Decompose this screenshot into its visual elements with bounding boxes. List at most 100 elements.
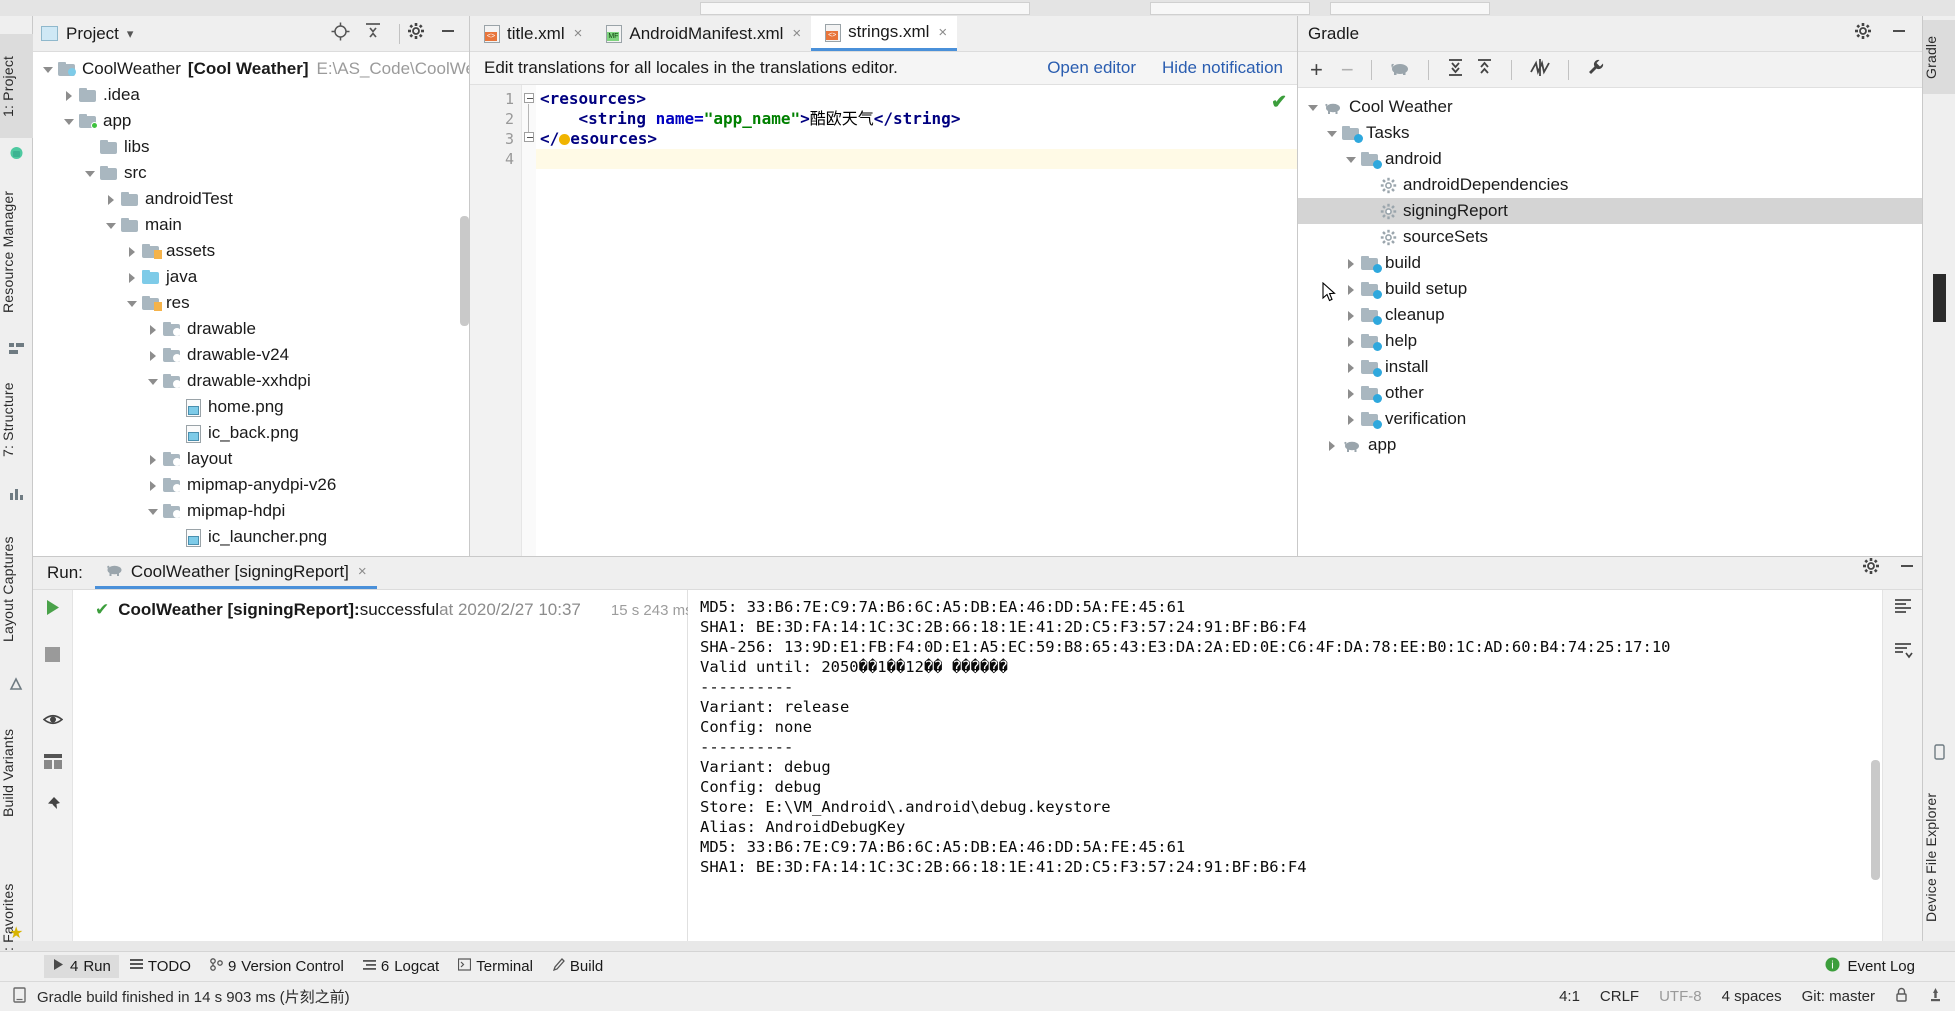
tree-arrow-open-icon[interactable]	[146, 374, 161, 389]
gradle-tree-node[interactable]: Tasks	[1298, 120, 1922, 146]
gradle-task-tree[interactable]: Cool Weather Tasks android androidDependenc…	[1298, 88, 1922, 556]
gradle-tree-node[interactable]: sourceSets	[1298, 224, 1922, 250]
project-tree-node[interactable]: home.png	[33, 394, 469, 420]
status-bar-git-branch[interactable]: Git: master	[1802, 988, 1875, 1005]
tool-window-build-variants-tab[interactable]: Build Variants	[0, 698, 33, 848]
remove-icon[interactable]: −	[1341, 58, 1354, 80]
tool-window-layout-captures-tab[interactable]: Layout Captures	[0, 506, 33, 672]
tree-arrow-closed-icon[interactable]	[1344, 334, 1359, 349]
execute-gradle-task-icon[interactable]	[1389, 59, 1411, 81]
gear-icon[interactable]	[407, 22, 425, 45]
status-bar-caret-position[interactable]: 4:1	[1559, 988, 1580, 1005]
eye-icon[interactable]	[42, 712, 63, 732]
project-tree-node[interactable]: src	[33, 160, 469, 186]
tree-arrow-open-icon[interactable]	[83, 166, 98, 181]
tree-arrow-open-icon[interactable]	[1325, 126, 1340, 141]
project-tree-scrollbar[interactable]	[460, 216, 469, 326]
project-tree-node[interactable]: assets	[33, 238, 469, 264]
stop-icon[interactable]	[44, 646, 61, 668]
locate-file-icon[interactable]	[331, 22, 350, 46]
status-bar-encoding[interactable]: UTF-8	[1659, 988, 1702, 1005]
minimize-icon[interactable]	[1890, 22, 1908, 45]
hide-notification-link[interactable]: Hide notification	[1162, 58, 1283, 78]
tree-arrow-closed-icon[interactable]	[1325, 438, 1340, 453]
open-editor-link[interactable]: Open editor	[1047, 58, 1136, 78]
gradle-tree-node[interactable]: android	[1298, 146, 1922, 172]
gear-icon[interactable]	[1862, 557, 1880, 589]
run-result-line[interactable]: ✔ CoolWeather [signingReport]: successfu…	[73, 597, 693, 623]
gradle-tree-node[interactable]: help	[1298, 328, 1922, 354]
editor-tab-title-xml[interactable]: <> title.xml ×	[470, 16, 592, 51]
run-tab-close-icon[interactable]: ×	[358, 563, 367, 580]
project-tree-node[interactable]: ic_launcher.png	[33, 524, 469, 550]
tree-arrow-closed-icon[interactable]	[146, 348, 161, 363]
tool-window-resource-manager-tab[interactable]: Resource Manager	[0, 168, 33, 336]
project-tree-node[interactable]: androidTest	[33, 186, 469, 212]
pin-icon[interactable]	[44, 796, 61, 818]
tree-arrow-closed-icon[interactable]	[1344, 386, 1359, 401]
tool-window-device-file-explorer-tab[interactable]: Device File Explorer	[1923, 768, 1955, 946]
project-panel-dropdown-caret[interactable]: ▾	[127, 26, 134, 42]
project-tree-node[interactable]: java	[33, 264, 469, 290]
gradle-tree-node[interactable]: Cool Weather	[1298, 94, 1922, 120]
bottom-tab-version-control[interactable]: 9 Version Control	[202, 955, 352, 978]
gradle-tree-node[interactable]: verification	[1298, 406, 1922, 432]
gradle-settings-wrench-icon[interactable]	[1586, 58, 1605, 82]
run-result-tree[interactable]: ✔ CoolWeather [signingReport]: successfu…	[73, 590, 693, 941]
editor-tab-close-icon[interactable]: ×	[574, 25, 583, 42]
expand-all-icon[interactable]	[1446, 58, 1465, 82]
bottom-tab-logcat[interactable]: 6 Logcat	[355, 955, 447, 978]
tree-arrow-closed-icon[interactable]	[125, 270, 140, 285]
status-bar-message[interactable]: Gradle build finished in 14 s 903 ms (片刻…	[37, 986, 350, 1007]
event-log-button[interactable]: i Event Log	[1824, 951, 1921, 981]
project-tree-node[interactable]: CoolWeather [Cool Weather] E:\AS_Code\Cool…	[33, 56, 469, 82]
line-number[interactable]: 4	[470, 149, 521, 169]
collapse-all-icon[interactable]	[1475, 58, 1494, 82]
gradle-tree-node[interactable]: build setup	[1298, 276, 1922, 302]
project-tree-node[interactable]: drawable-v24	[33, 342, 469, 368]
project-tree-node[interactable]: drawable	[33, 316, 469, 342]
editor-tab-strings-xml[interactable]: <> strings.xml ×	[811, 16, 958, 51]
tree-arrow-closed-icon[interactable]	[146, 452, 161, 467]
gradle-tree-node[interactable]: app	[1298, 432, 1922, 458]
project-tree-node[interactable]: main	[33, 212, 469, 238]
tree-arrow-closed-icon[interactable]	[146, 478, 161, 493]
notification-icon[interactable]	[1928, 987, 1943, 1007]
scroll-to-end-icon[interactable]	[1893, 598, 1913, 620]
project-tree-node[interactable]: .idea	[33, 82, 469, 108]
gradle-tree-node[interactable]: install	[1298, 354, 1922, 380]
tool-window-project-tab[interactable]: 1: Project	[0, 34, 33, 138]
project-tree-node[interactable]: res	[33, 290, 469, 316]
code-folding-column[interactable]	[522, 85, 536, 556]
project-tree-node[interactable]: mipmap-anydpi-v26	[33, 472, 469, 498]
editor-tab-AndroidManifest-xml[interactable]: MF AndroidManifest.xml ×	[592, 16, 811, 51]
status-bar-indent[interactable]: 4 spaces	[1722, 988, 1782, 1005]
project-tree[interactable]: CoolWeather [Cool Weather] E:\AS_Code\Cool…	[33, 52, 469, 556]
project-tree-node[interactable]: mipmap-hdpi	[33, 498, 469, 524]
add-icon[interactable]: +	[1310, 58, 1323, 80]
tree-arrow-open-icon[interactable]	[1344, 152, 1359, 167]
tree-arrow-closed-icon[interactable]	[104, 192, 119, 207]
sort-icon[interactable]	[1893, 642, 1913, 664]
gear-icon[interactable]	[1854, 22, 1872, 45]
fold-marker-line1[interactable]	[524, 93, 534, 103]
lock-icon[interactable]	[1895, 987, 1908, 1007]
editor-vertical-scrollbar[interactable]	[1283, 85, 1297, 556]
line-number[interactable]: 3	[470, 129, 521, 149]
tool-window-structure-tab[interactable]: 7: Structure	[0, 361, 33, 479]
tree-arrow-closed-icon[interactable]	[1344, 256, 1359, 271]
project-tree-node[interactable]: ic_back.png	[33, 420, 469, 446]
run-icon[interactable]	[43, 598, 62, 622]
gradle-tree-node[interactable]: androidDependencies	[1298, 172, 1922, 198]
tree-arrow-open-icon[interactable]	[62, 114, 77, 129]
editor-tab-close-icon[interactable]: ×	[938, 24, 947, 41]
bottom-tab-run[interactable]: 4 Run	[44, 955, 119, 978]
run-configuration-tab[interactable]: CoolWeather [signingReport] ×	[94, 557, 377, 589]
code-lines[interactable]: <resources> <string name="app_name">酷欧天气…	[536, 85, 1297, 556]
tree-arrow-open-icon[interactable]	[104, 218, 119, 233]
collapse-all-icon[interactable]	[364, 22, 382, 45]
project-tree-node[interactable]: layout	[33, 446, 469, 472]
bottom-tab-todo[interactable]: TODO	[122, 955, 199, 978]
console-scrollbar[interactable]	[1871, 760, 1880, 880]
status-bar-line-separator[interactable]: CRLF	[1600, 988, 1639, 1005]
